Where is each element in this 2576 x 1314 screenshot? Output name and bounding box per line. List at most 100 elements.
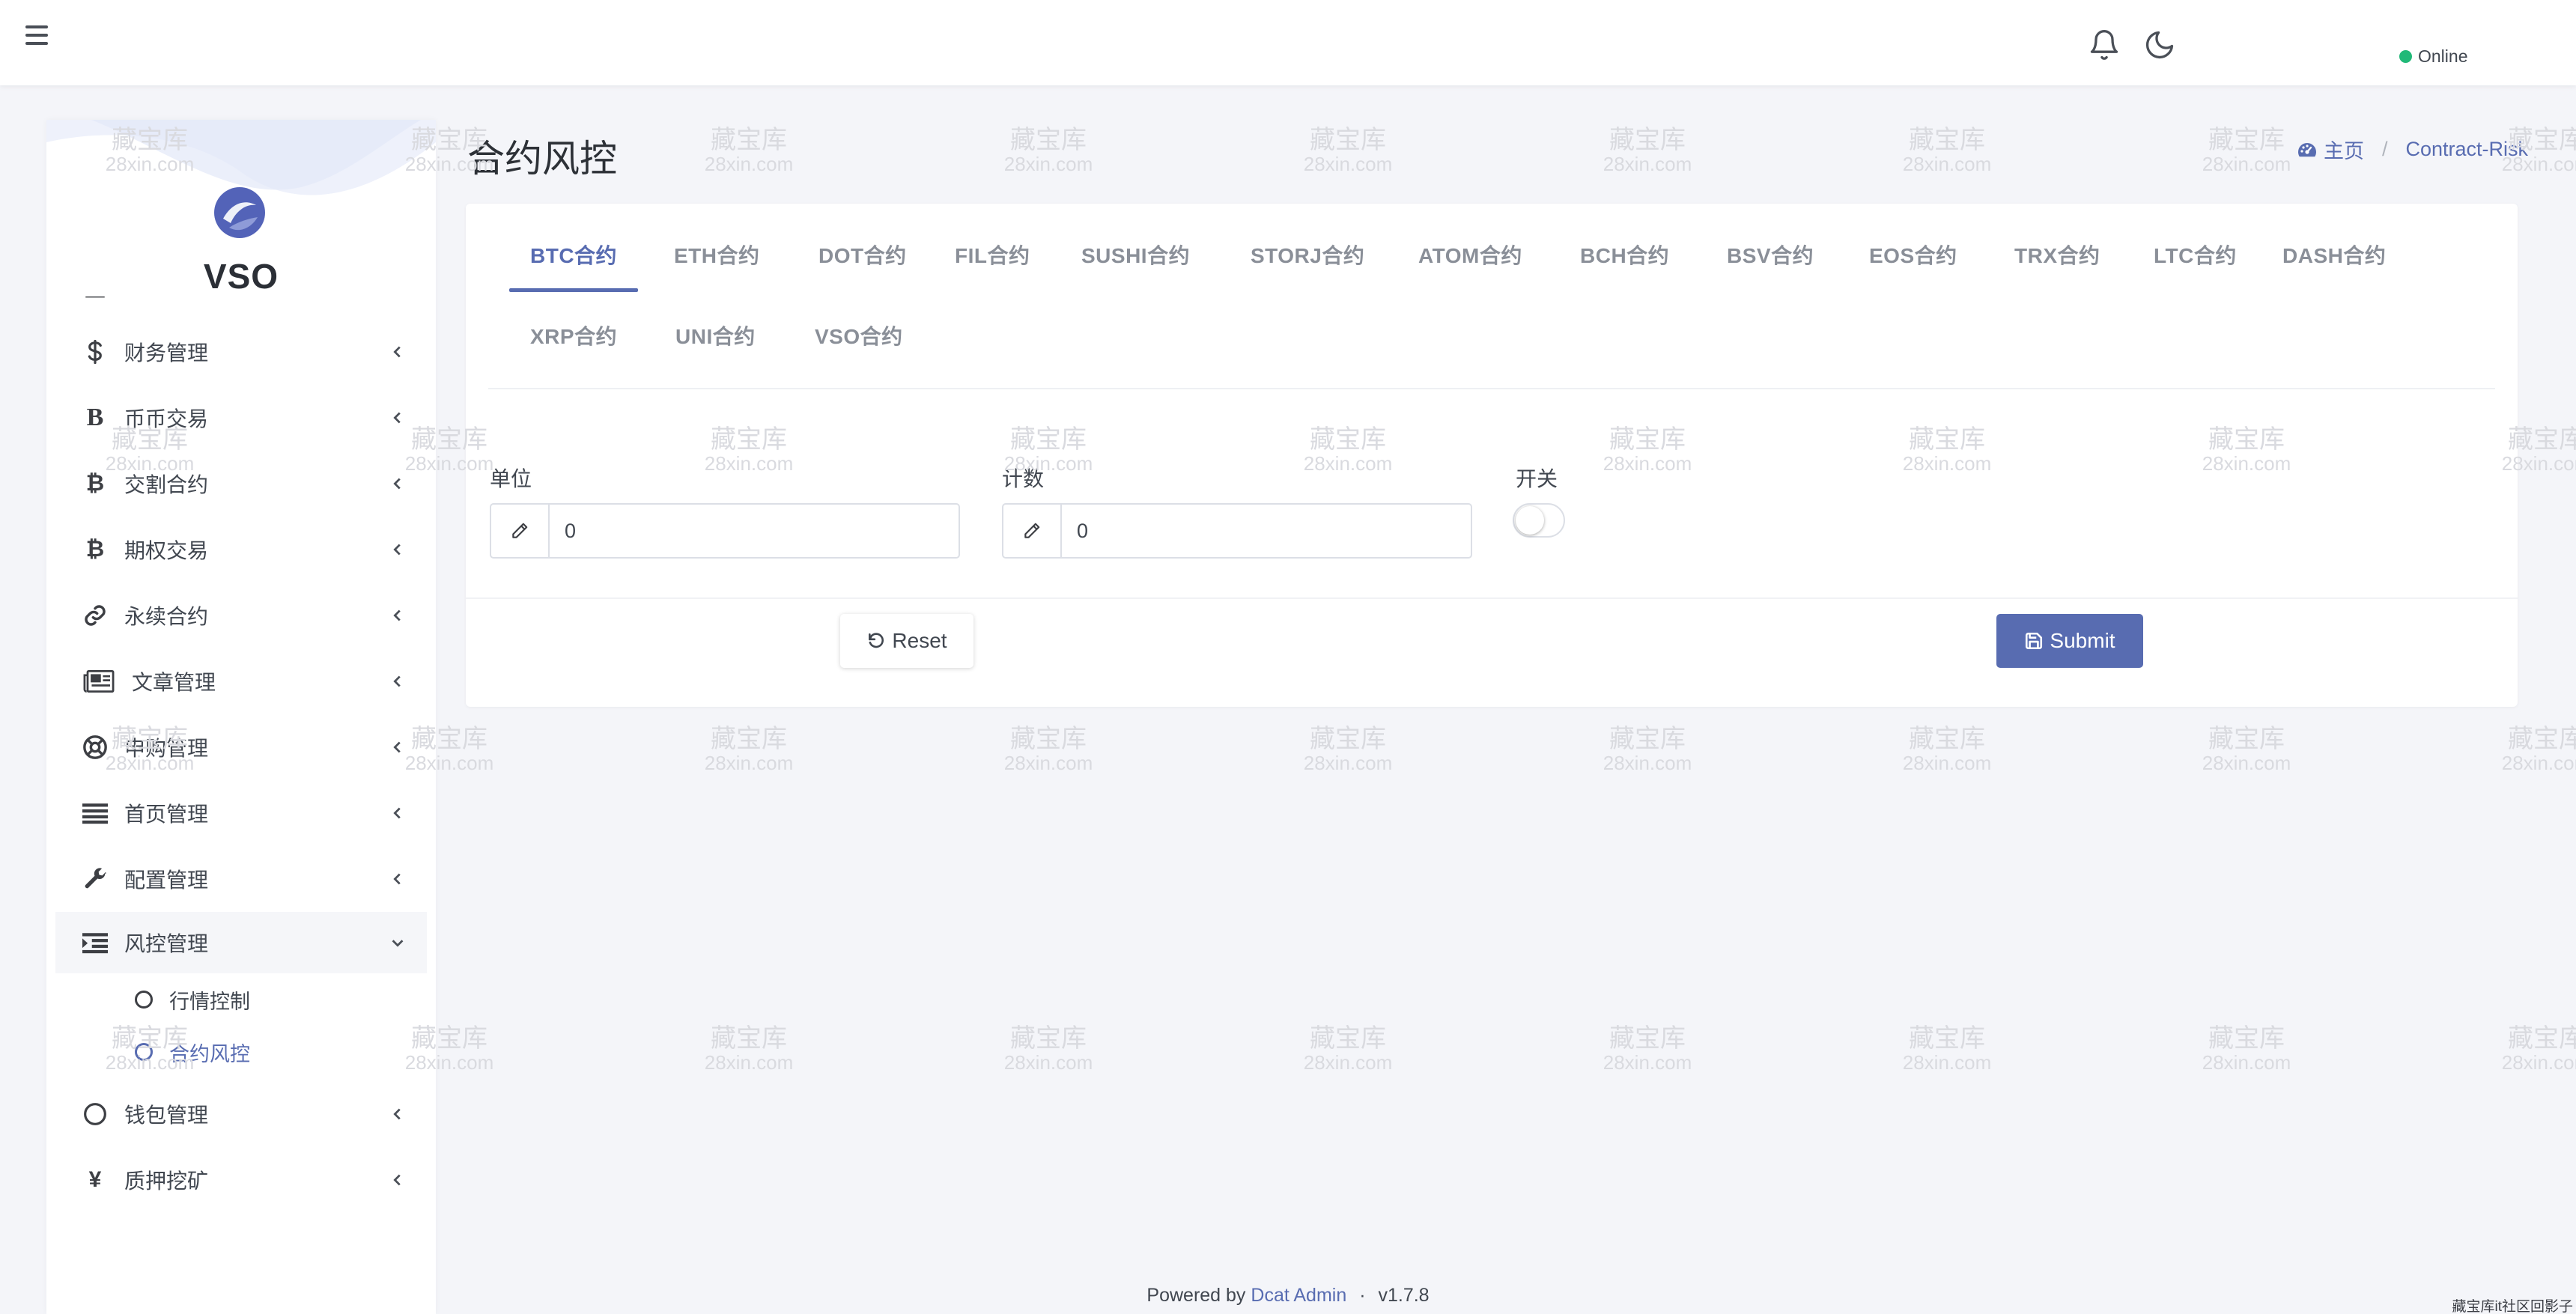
watermark-text: 藏宝库28xin.com xyxy=(1603,126,1692,175)
watermark-text: 藏宝库28xin.com xyxy=(2202,126,2291,175)
online-status: Online xyxy=(2399,46,2467,67)
undo-icon xyxy=(869,633,884,648)
watermark-text: 藏宝库28xin.com xyxy=(704,1024,794,1074)
watermark-text: 藏宝库28xin.com xyxy=(1003,1024,1093,1074)
dollar-icon xyxy=(82,339,108,365)
footer-dcat-link[interactable]: Dcat Admin xyxy=(1251,1285,1346,1306)
breadcrumb-separator: / xyxy=(2381,138,2388,160)
contract-risk-card: BTC合约 ETH合约 DOT合约 FIL合约 SUSHI合约 STORJ合约 … xyxy=(466,204,2518,707)
sidebar-item-scrolled[interactable] xyxy=(55,296,427,319)
status-label: Online xyxy=(2418,46,2468,66)
sidebar-item-wallet[interactable]: 钱包管理 xyxy=(55,1081,427,1147)
page-title: 合约风控 xyxy=(467,138,617,180)
reset-label: Reset xyxy=(892,629,947,652)
tab-trx[interactable]: TRX合约 xyxy=(1993,229,2121,283)
menu-icon xyxy=(82,296,108,319)
watermark-text: 藏宝库28xin.com xyxy=(1902,126,1992,175)
sidebar-item-label: 永续合约 xyxy=(124,605,209,628)
brand-logo-icon xyxy=(214,187,265,238)
tab-eth[interactable]: ETH合约 xyxy=(653,229,781,283)
chevron-left-icon xyxy=(393,1108,401,1120)
watermark-text: 藏宝库28xin.com xyxy=(704,126,794,175)
tab-ltc[interactable]: LTC合约 xyxy=(2133,229,2258,283)
count-label: 计数 xyxy=(1002,467,1045,490)
sidebar-item-articles[interactable]: 文章管理 xyxy=(55,648,427,714)
tab-fil[interactable]: FIL合约 xyxy=(934,229,1051,283)
tab-uni[interactable]: UNI合约 xyxy=(654,310,777,364)
watermark-text: 藏宝库28xin.com xyxy=(2202,725,2291,774)
hamburger-menu-icon[interactable] xyxy=(25,25,48,45)
reset-button[interactable]: Reset xyxy=(840,614,973,668)
sidebar-item-delivery-contract[interactable]: ₿ 交割合约 xyxy=(55,451,427,517)
chevron-left-icon xyxy=(393,675,401,687)
chevron-left-icon xyxy=(393,741,401,753)
breadcrumb: 主页 / Contract-Risk xyxy=(2297,135,2528,164)
sidebar-item-subscription[interactable]: 申购管理 xyxy=(55,714,427,780)
tab-eos[interactable]: EOS合约 xyxy=(1848,229,1978,283)
sidebar-item-options[interactable]: ₿ 期权交易 xyxy=(55,517,427,583)
sidebar-subitem-contract-risk[interactable]: 合约风控 xyxy=(55,1026,427,1078)
bitcoin-icon: ₿ xyxy=(85,537,105,562)
submit-button[interactable]: Submit xyxy=(1996,614,2143,668)
sidebar-item-spot-trading[interactable]: B 币币交易 xyxy=(55,385,427,451)
sidebar-item-label: 申购管理 xyxy=(124,737,209,760)
tab-bsv[interactable]: BSV合约 xyxy=(1706,229,1835,283)
breadcrumb-home-label: 主页 xyxy=(2323,140,2364,162)
circle-icon xyxy=(135,991,153,1009)
footer-separator: · xyxy=(1359,1285,1366,1306)
sidebar-subitem-market-control[interactable]: 行情控制 xyxy=(55,973,427,1026)
watermark-text: 藏宝库28xin.com xyxy=(1603,725,1692,774)
sidebar-item-label: 交割合约 xyxy=(124,473,209,496)
sidebar-item-label: 风控管理 xyxy=(124,932,209,955)
tab-atom[interactable]: ATOM合约 xyxy=(1397,229,1543,283)
tab-vso[interactable]: VSO合约 xyxy=(794,310,924,364)
chevron-left-icon xyxy=(393,412,401,424)
unit-input-group xyxy=(490,503,960,559)
count-input-group xyxy=(1002,503,1472,559)
form-divider xyxy=(466,597,2518,599)
watermark-text: 藏宝库28xin.com xyxy=(1303,126,1393,175)
footer-powered-by: Powered by xyxy=(1146,1285,1246,1306)
sidebar-item-label: 文章管理 xyxy=(132,671,216,694)
sidebar-item-staking[interactable]: ¥ 质押挖矿 xyxy=(55,1147,427,1213)
sidebar-item-perpetual[interactable]: 永续合约 xyxy=(55,583,427,648)
sidebar-item-finance[interactable]: 财务管理 xyxy=(55,319,427,385)
bitcoin-icon: ₿ xyxy=(85,471,105,496)
tab-xrp[interactable]: XRP合约 xyxy=(509,310,638,364)
tab-dot[interactable]: DOT合约 xyxy=(798,229,928,283)
watermark-text: 藏宝库28xin.com xyxy=(2501,725,2576,774)
watermark-text: 藏宝库28xin.com xyxy=(1303,1024,1393,1074)
tab-btc[interactable]: BTC合约 xyxy=(509,229,639,292)
bell-icon[interactable] xyxy=(2088,28,2121,61)
breadcrumb-home-link[interactable]: 主页 xyxy=(2297,135,2364,164)
switch-toggle[interactable] xyxy=(1513,503,1565,538)
indent-list-icon xyxy=(82,930,108,955)
moon-icon[interactable] xyxy=(2143,28,2176,61)
tab-bch[interactable]: BCH合约 xyxy=(1559,229,1690,283)
tab-sushi[interactable]: SUSHI合约 xyxy=(1060,229,1211,283)
chevron-down-icon xyxy=(392,940,404,947)
watermark-text: 藏宝库28xin.com xyxy=(1003,725,1093,774)
tab-storj[interactable]: STORJ合约 xyxy=(1230,229,1385,283)
sidebar-item-config[interactable]: 配置管理 xyxy=(55,846,427,912)
footer: Powered by Dcat Admin · v1.7.8 xyxy=(0,1285,2576,1307)
watermark-text: 藏宝库28xin.com xyxy=(704,725,794,774)
unit-label: 单位 xyxy=(490,467,532,490)
yen-icon: ¥ xyxy=(88,1167,102,1192)
submit-label: Submit xyxy=(2050,629,2115,652)
sidebar-item-risk-control[interactable]: 风控管理 xyxy=(55,912,427,973)
breadcrumb-current[interactable]: Contract-Risk xyxy=(2405,138,2528,161)
count-input[interactable] xyxy=(1062,505,1471,557)
watermark-text: 藏宝库28xin.com xyxy=(1603,1024,1692,1074)
sidebar-item-homepage[interactable]: 首页管理 xyxy=(55,780,427,846)
letter-b-icon: B xyxy=(86,404,104,431)
chevron-left-icon xyxy=(393,609,401,621)
tab-dash[interactable]: DASH合约 xyxy=(2261,229,2407,283)
chevron-left-icon xyxy=(393,1174,401,1186)
contract-tabs: BTC合约 ETH合约 DOT合约 FIL合约 SUSHI合约 STORJ合约 … xyxy=(509,229,2471,413)
sidebar-subitem-label: 合约风控 xyxy=(169,1042,250,1065)
unit-input[interactable] xyxy=(550,505,959,557)
tabs-divider xyxy=(488,388,2495,389)
sidebar-item-label: 质押挖矿 xyxy=(124,1169,209,1193)
status-dot-icon xyxy=(2399,50,2412,63)
